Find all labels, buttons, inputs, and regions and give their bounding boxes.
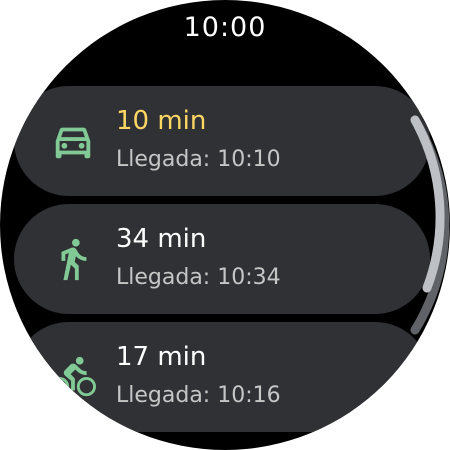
route-arrival-time: Llegada: 10:34 [116, 265, 281, 290]
route-duration: 34 min [116, 224, 207, 254]
route-arrival-time: Llegada: 10:16 [116, 383, 281, 408]
route-option-car[interactable]: 10 min Llegada: 10:10 [14, 86, 430, 196]
route-option-walk[interactable]: 34 min Llegada: 10:34 [14, 204, 430, 314]
bike-icon [50, 354, 96, 400]
route-option-bike[interactable]: 17 min Llegada: 10:16 [14, 322, 430, 432]
status-time: 10:00 [183, 12, 267, 43]
walk-icon [50, 236, 96, 282]
route-duration: 10 min [116, 106, 207, 136]
watch-screen: 10:00 10 min Llegada: 10:10 34 min Llega… [0, 0, 450, 450]
car-icon [50, 118, 96, 164]
route-arrival-time: Llegada: 10:10 [116, 147, 281, 172]
route-duration: 17 min [116, 342, 207, 372]
